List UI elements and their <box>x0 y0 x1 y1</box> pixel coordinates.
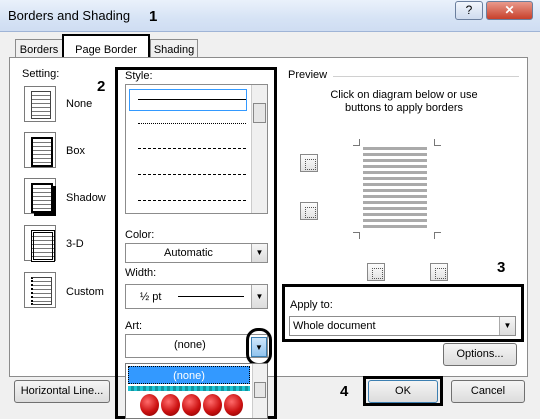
style-selected-row <box>129 89 247 111</box>
chevron-down-icon[interactable]: ▼ <box>499 317 515 335</box>
art-dropdown-list[interactable]: (none) <box>125 363 268 419</box>
apply-to-select[interactable]: Whole document ▼ <box>289 316 516 336</box>
dialog-title: Borders and Shading <box>8 8 131 23</box>
chevron-down-icon[interactable]: ▼ <box>251 285 267 308</box>
setting-3d-button[interactable] <box>24 225 56 262</box>
apple-icon <box>182 394 201 416</box>
options-button[interactable]: Options... <box>443 343 517 366</box>
preview-corner-mark <box>353 232 360 239</box>
art-label: Art: <box>125 320 143 332</box>
close-icon: ✕ <box>504 3 515 17</box>
style-label: Style: <box>125 70 153 82</box>
ok-button[interactable]: OK <box>368 380 438 403</box>
width-select[interactable]: ½ pt ▼ <box>125 284 268 309</box>
preview-separator <box>333 76 519 77</box>
page-3d-icon <box>31 230 55 262</box>
width-label: Width: <box>125 267 157 279</box>
art-option-apples[interactable] <box>140 394 246 418</box>
preview-corner-mark <box>434 232 441 239</box>
chevron-down-icon[interactable]: ▼ <box>251 337 267 357</box>
setting-3d-label: 3-D <box>66 238 84 250</box>
setting-shadow-button[interactable] <box>24 178 56 214</box>
page-box-icon <box>31 137 53 167</box>
preview-corner-mark <box>353 139 360 146</box>
setting-box-button[interactable] <box>24 132 56 168</box>
art-option-teal-pattern[interactable] <box>128 386 250 391</box>
page-shadow-icon <box>31 183 53 213</box>
apple-icon <box>224 394 243 416</box>
art-option-none[interactable]: (none) <box>128 366 250 384</box>
callout-3: 3 <box>497 259 506 276</box>
preview-corner-mark <box>434 139 441 146</box>
preview-text-lines <box>363 147 427 229</box>
setting-custom-label: Custom <box>66 286 104 298</box>
style-scrollbar[interactable] <box>251 85 267 213</box>
color-select[interactable]: Automatic ▼ <box>125 243 268 263</box>
style-list[interactable] <box>125 84 268 214</box>
chevron-down-icon[interactable]: ▼ <box>251 244 267 262</box>
left-border-button[interactable] <box>367 263 385 281</box>
setting-box-label: Box <box>66 145 85 157</box>
bottom-border-button[interactable] <box>300 202 318 220</box>
setting-none-label: None <box>66 98 93 110</box>
horizontal-line-button[interactable]: Horizontal Line... <box>14 380 110 403</box>
preview-hint: Click on diagram below or use buttons to… <box>330 89 478 114</box>
color-label: Color: <box>125 229 155 241</box>
style-dashed-line[interactable] <box>138 148 246 149</box>
cancel-button[interactable]: Cancel <box>451 380 525 403</box>
callout-1: 1 <box>149 8 158 25</box>
callout-4: 4 <box>340 383 349 400</box>
page-custom-icon <box>31 277 52 305</box>
art-scroll-thumb[interactable] <box>254 382 266 398</box>
preview-diagram[interactable] <box>353 139 441 239</box>
color-value: Automatic <box>164 247 213 259</box>
apple-icon <box>161 394 180 416</box>
callout-2: 2 <box>97 78 106 95</box>
style-scroll-thumb[interactable] <box>253 103 266 123</box>
style-dotted-line[interactable] <box>138 123 246 124</box>
close-button[interactable]: ✕ <box>486 1 533 20</box>
help-button[interactable]: ? <box>455 1 483 20</box>
style-dash-dot-line[interactable] <box>138 200 246 201</box>
width-value: ½ pt <box>140 291 162 303</box>
setting-custom-button[interactable] <box>24 272 56 308</box>
setting-shadow-label: Shadow <box>66 192 106 204</box>
apple-icon <box>203 394 222 416</box>
setting-none-button[interactable] <box>24 86 56 122</box>
art-scrollbar[interactable] <box>252 364 267 418</box>
style-long-dash-line[interactable] <box>138 174 246 175</box>
setting-label: Setting: <box>22 68 60 80</box>
preview-label: Preview <box>288 69 328 81</box>
help-icon: ? <box>465 3 473 17</box>
apply-to-label: Apply to: <box>290 299 333 311</box>
top-border-button[interactable] <box>300 154 318 172</box>
art-value: (none) <box>174 339 206 351</box>
apply-to-value: Whole document <box>293 320 376 332</box>
right-border-button[interactable] <box>430 263 448 281</box>
page-none-icon <box>31 91 51 119</box>
style-solid-line[interactable] <box>138 99 246 100</box>
apple-icon <box>140 394 159 416</box>
width-sample-line <box>178 296 244 297</box>
